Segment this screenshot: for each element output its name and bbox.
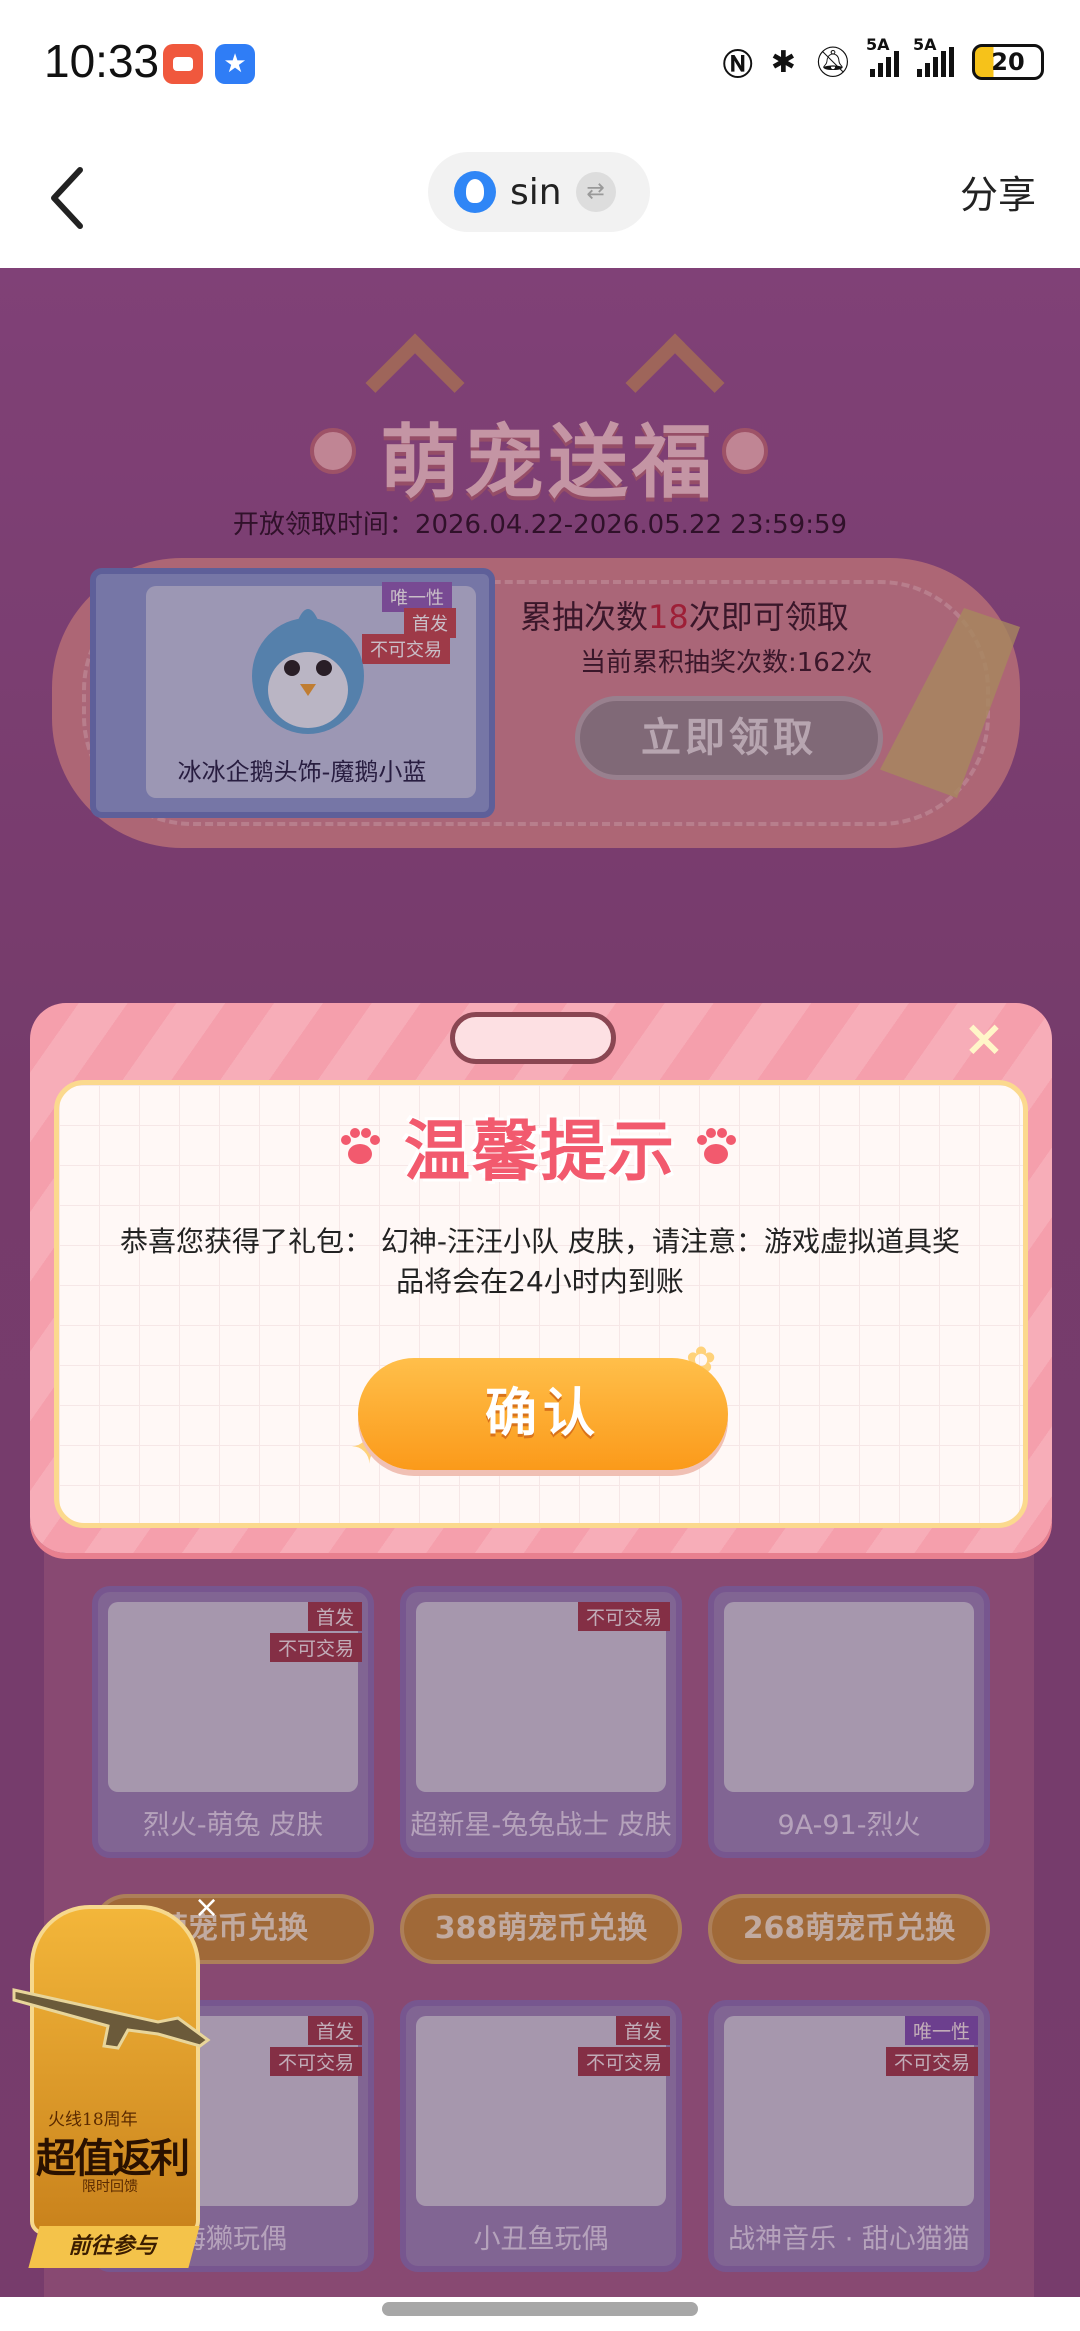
qq-penguin-icon <box>454 171 496 213</box>
modal-title: 温馨提示 <box>404 1113 676 1190</box>
confirm-button[interactable]: 确认 <box>358 1358 728 1470</box>
swap-icon: ⇄ <box>575 172 616 212</box>
home-indicator[interactable] <box>382 2302 698 2316</box>
account-name: sin <box>510 171 562 213</box>
bluetooth-icon: ✱ <box>770 44 796 80</box>
share-button[interactable]: 分享 <box>960 164 1036 219</box>
promo-note: 限时回馈 <box>82 2179 138 2195</box>
nav-bar: sin ⇄ 分享 <box>0 130 1080 268</box>
signal-label: 5A <box>866 35 890 54</box>
back-arrow-icon[interactable] <box>40 160 100 236</box>
signal-label: 5A <box>913 35 937 54</box>
signal-icon: 5A <box>913 35 954 77</box>
account-switcher[interactable]: sin ⇄ <box>428 152 650 232</box>
mute-bell-icon: 🔕︎ <box>813 44 852 80</box>
battery-icon: 20 <box>972 44 1044 80</box>
promo-join-button[interactable]: 前往参与 <box>28 2226 200 2268</box>
modal-message-line: 品将会在24小时内到账 <box>396 1265 684 1298</box>
modal-tab-decoration <box>450 1012 616 1064</box>
modal-message-line: 恭喜您获得了礼包： 幻神-汪汪小队 皮肤，请注意：游戏虚拟道具奖 <box>120 1225 960 1258</box>
modal-close-button[interactable]: × <box>958 1012 1010 1064</box>
signal-icon: 5A <box>866 35 899 77</box>
video-app-icon <box>163 44 203 84</box>
promo-close-button[interactable]: × <box>194 1890 219 1925</box>
modal-message: 恭喜您获得了礼包： 幻神-汪汪小队 皮肤，请注意：游戏虚拟道具奖 品将会在24小… <box>104 1222 976 1302</box>
star-app-icon: ★ <box>215 44 255 84</box>
rifle-image <box>12 1988 211 2050</box>
status-bar: 10:33 ★ Ⓝ ✱ 🔕︎ 5A 5A 20 <box>0 0 1080 130</box>
status-time: 10:33 <box>44 35 160 87</box>
nfc-icon: Ⓝ <box>722 48 753 83</box>
status-icons: Ⓝ ✱ 🔕︎ 5A 5A 20 <box>722 35 1044 84</box>
